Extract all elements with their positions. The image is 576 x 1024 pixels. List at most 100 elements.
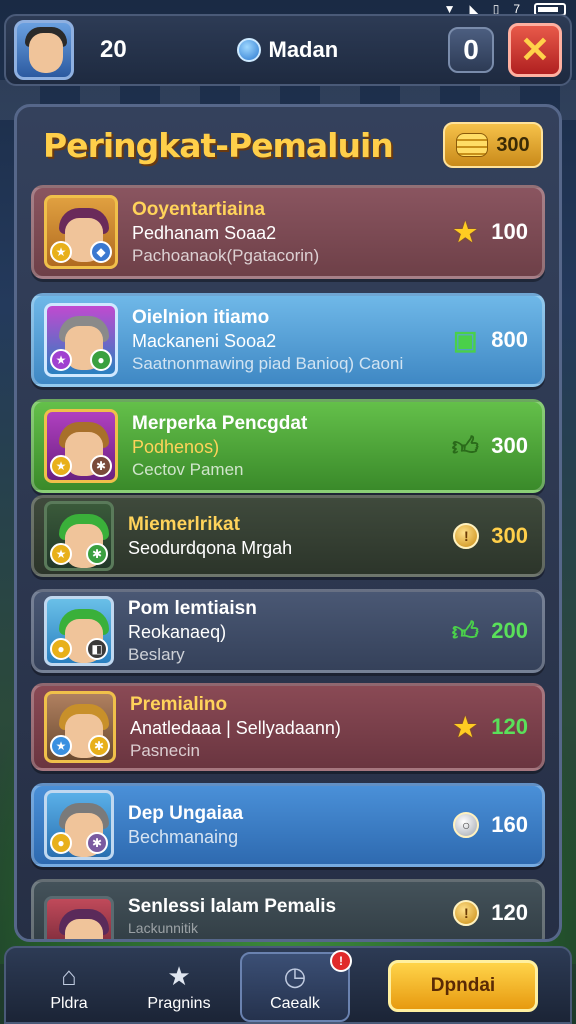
score-value: 100 bbox=[491, 219, 528, 244]
player-team: Bechmanaing bbox=[128, 826, 239, 847]
list-item[interactable]: ★ ✱ Miemerlrikat Seodurdqona Mrgah ! 300 bbox=[31, 495, 545, 577]
player-avatar[interactable] bbox=[14, 20, 74, 80]
list-item[interactable]: Senlessi lalam Pemalis Lackunnitik ! 120 bbox=[31, 879, 545, 939]
player-team: Mackaneni Sooa2 bbox=[132, 330, 277, 351]
score-value: 200 bbox=[491, 618, 528, 643]
coin-counter[interactable]: 300 bbox=[443, 122, 543, 168]
player-team: Lackunnitik bbox=[128, 920, 199, 936]
player-info: Oielnion itiamo Mackaneni Sooa2 Saatnonm… bbox=[132, 307, 432, 374]
player-name: Dep Ungaiaa bbox=[128, 802, 244, 824]
score-value: 120 bbox=[491, 900, 528, 925]
score-value: 300 bbox=[491, 433, 528, 458]
team-badge-icon: ● bbox=[90, 349, 112, 371]
avatar bbox=[44, 896, 114, 939]
medal-icon: ! bbox=[453, 523, 480, 549]
player-name: Senlessi lalam Pemalis bbox=[128, 896, 337, 917]
player-score: ! 120 bbox=[432, 896, 528, 926]
home-icon: ⌂ bbox=[61, 960, 77, 991]
silver-medal-icon: ○ bbox=[453, 812, 480, 838]
nav-home[interactable]: ⌂ Pldra bbox=[14, 952, 124, 1022]
team-badge-icon: ✱ bbox=[86, 543, 108, 565]
player-info: Ooyentartiaina Pedhanam Soaa2 Pachoanaok… bbox=[132, 199, 432, 266]
rank-badge-icon: ● bbox=[50, 832, 72, 854]
team-badge-icon: ✱ bbox=[90, 455, 112, 477]
star-icon: ★ bbox=[167, 960, 191, 991]
avatar: ★ ✱ bbox=[44, 501, 114, 571]
player-info: Merperka Pencgdat Podhenos) Cectov Pamen bbox=[132, 413, 432, 480]
coin-amount: 300 bbox=[496, 133, 530, 156]
mode-selector[interactable]: Madan bbox=[236, 37, 339, 63]
player-score: ○ 160 bbox=[432, 812, 528, 838]
avatar: ● ✱ bbox=[44, 790, 114, 860]
avatar-face bbox=[65, 919, 103, 939]
list-item[interactable]: ★ ✱ Merperka Pencgdat Podhenos) Cectov P… bbox=[31, 399, 545, 493]
team-badge-icon: ◧ bbox=[86, 638, 108, 660]
player-info: Premialino Anatledaaa | Sellyadaann) Pas… bbox=[130, 694, 432, 761]
list-item[interactable]: ★ ◆ Ooyentartiaina Pedhanam Soaa2 Pachoa… bbox=[31, 185, 545, 279]
rank-badge-icon: ★ bbox=[50, 543, 72, 565]
cta-button[interactable]: Dpndai bbox=[388, 960, 538, 1012]
list-item[interactable]: ★ ● Oielnion itiamo Mackaneni Sooa2 Saat… bbox=[31, 293, 545, 387]
score-value: 160 bbox=[491, 812, 528, 837]
player-detail: Pachoanaok(Pgatacorin) bbox=[132, 245, 320, 265]
list-item[interactable]: ★ ✱ Premialino Anatledaaa | Sellyadaann)… bbox=[31, 683, 545, 771]
player-detail: Cectov Pamen bbox=[132, 459, 244, 479]
thumbs-up-icon: ▣ bbox=[452, 324, 478, 355]
avatar: ★ ● bbox=[44, 303, 118, 377]
avatar-face bbox=[29, 33, 63, 73]
player-detail: Pasnecin bbox=[130, 740, 200, 760]
thumbs-up-icon: 👍︎ bbox=[451, 430, 479, 461]
score-value: 800 bbox=[491, 327, 528, 352]
coins-icon bbox=[456, 133, 489, 157]
player-info: Senlessi lalam Pemalis Lackunnitik bbox=[128, 896, 432, 936]
avatar: ★ ✱ bbox=[44, 409, 118, 483]
thumbs-up-icon: 👍︎ bbox=[451, 615, 479, 646]
rank-badge-icon: ★ bbox=[50, 455, 72, 477]
player-name: Premialino bbox=[130, 693, 228, 715]
rank-badge-icon: ★ bbox=[50, 349, 72, 371]
mode-label: Madan bbox=[268, 37, 339, 62]
player-name: Pom lemtiaisn bbox=[128, 597, 257, 619]
rank-badge-icon: ★ bbox=[50, 735, 72, 757]
panel-title: Peringkat-Pemaluin bbox=[43, 125, 394, 165]
player-info: Pom lemtiaisn Reokanaeq) Beslary bbox=[128, 598, 432, 665]
medal-icon: ! bbox=[453, 900, 480, 926]
leaderboard-panel: Peringkat-Pemaluin 300 ★ ◆ Ooyentartiain… bbox=[14, 104, 562, 942]
player-team: Pedhanam Soaa2 bbox=[132, 222, 277, 243]
nav-clock[interactable]: ◷ Caealk ! bbox=[240, 950, 352, 1022]
player-score: 👍︎ 300 bbox=[432, 430, 528, 461]
score-value: 300 bbox=[491, 523, 528, 548]
player-score: ▣ 800 bbox=[432, 324, 528, 355]
player-team: Anatledaaa | Sellyadaann) bbox=[130, 717, 341, 738]
gem-icon bbox=[236, 38, 261, 62]
nav-programs[interactable]: ★ Pragnins bbox=[124, 952, 234, 1022]
counter-button[interactable]: 0 bbox=[447, 27, 494, 73]
team-badge-icon: ◆ bbox=[90, 241, 112, 263]
list-item[interactable]: ● ◧ Pom lemtiaisn Reokanaeq) Beslary 👍︎ … bbox=[31, 589, 545, 673]
score-value: 120 bbox=[491, 714, 528, 739]
player-name: Merperka Pencgdat bbox=[132, 412, 308, 434]
team-badge-icon: ✱ bbox=[86, 832, 108, 854]
player-name: Ooyentartiaina bbox=[132, 198, 266, 220]
player-team: Reokanaeq) bbox=[128, 621, 227, 642]
panel-header: Peringkat-Pemaluin 300 bbox=[17, 107, 559, 183]
clock-icon: ◷ bbox=[283, 960, 307, 991]
player-detail: Saatnonmawing piad Banioq) Caoni bbox=[132, 353, 404, 373]
rank-badge-icon: ★ bbox=[50, 241, 72, 263]
avatar: ★ ✱ bbox=[44, 691, 116, 763]
close-button[interactable]: ✕ bbox=[507, 23, 562, 77]
nav-clock-label: Caealk bbox=[270, 995, 320, 1012]
player-score: 👍︎ 200 bbox=[432, 615, 528, 646]
star-icon: ★ bbox=[453, 216, 477, 247]
player-score: ★ 100 bbox=[432, 216, 528, 247]
player-name: Oielnion itiamo bbox=[132, 306, 270, 328]
avatar: ★ ◆ bbox=[44, 195, 118, 269]
player-detail: Beslary bbox=[128, 644, 185, 664]
bottom-nav: ⌂ Pldra ★ Pragnins ◷ Caealk ! Dpndai bbox=[4, 946, 572, 1024]
player-name: Miemerlrikat bbox=[128, 513, 240, 535]
list-item[interactable]: ● ✱ Dep Ungaiaa Bechmanaing ○ 160 bbox=[31, 783, 545, 867]
player-score: ! 300 bbox=[432, 523, 528, 549]
player-score: ★ 120 bbox=[432, 712, 528, 742]
avatar: ● ◧ bbox=[44, 596, 114, 666]
leaderboard-list: ★ ◆ Ooyentartiaina Pedhanam Soaa2 Pachoa… bbox=[31, 185, 545, 939]
